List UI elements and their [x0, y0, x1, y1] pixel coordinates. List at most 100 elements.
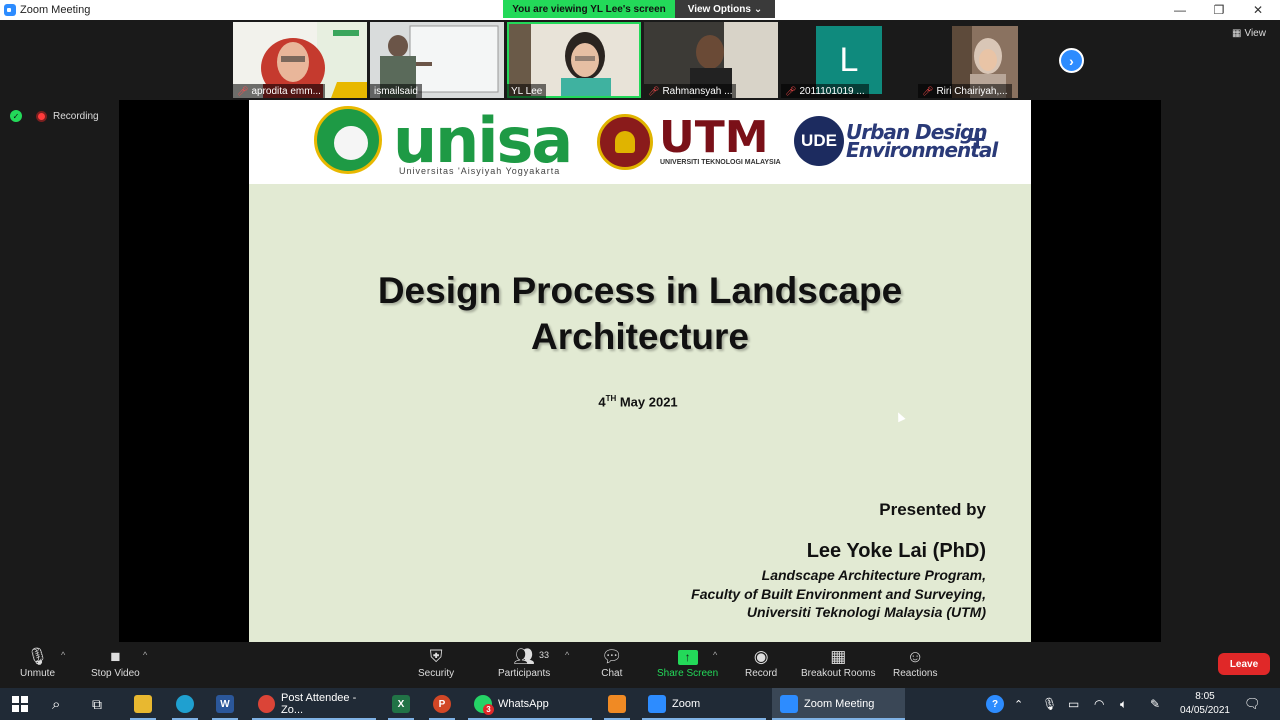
- volume-icon[interactable]: 🔈︎: [1120, 688, 1127, 720]
- zoom-meeting-label: Zoom Meeting: [804, 698, 875, 710]
- chat-label: Chat: [601, 668, 623, 679]
- participant-video[interactable]: ismailsaid: [370, 22, 504, 98]
- file-explorer-icon[interactable]: [130, 688, 156, 720]
- window-title: Zoom Meeting: [20, 4, 91, 16]
- zoom-taskbar-item[interactable]: Zoom: [642, 688, 766, 720]
- leave-button[interactable]: Leave: [1218, 653, 1270, 675]
- view-button-label: View: [1244, 28, 1266, 39]
- zoom-meeting-taskbar-item[interactable]: Zoom Meeting: [772, 688, 905, 720]
- breakout-rooms-label: Breakout Rooms: [801, 668, 876, 679]
- encryption-shield-icon: ✓: [10, 110, 22, 122]
- task-view-icon[interactable]: ⧉: [92, 688, 102, 720]
- participant-name-tag: 🎤︎ 2011101019 ...: [781, 84, 869, 98]
- mic-muted-icon: 🎤︎: [785, 85, 797, 96]
- viewing-banner: You are viewing YL Lee's screen View Opt…: [503, 0, 775, 18]
- record-label: Record: [745, 668, 778, 679]
- share-options-caret[interactable]: ^: [713, 650, 717, 660]
- slide-title-line2: Architecture: [531, 316, 749, 357]
- restore-button[interactable]: ❐: [1199, 0, 1239, 20]
- search-icon[interactable]: ⌕: [52, 688, 60, 720]
- stop-video-button[interactable]: ■ Stop Video: [91, 646, 140, 679]
- participants-count: 33: [539, 650, 550, 660]
- start-button[interactable]: [12, 688, 28, 720]
- slide-title: Design Process in Landscape Architecture: [249, 268, 1031, 360]
- notifications-icon[interactable]: 🗨︎: [1244, 688, 1261, 720]
- chrome-taskbar-item[interactable]: Post Attendee - Zo...: [252, 688, 376, 720]
- stop-video-label: Stop Video: [91, 668, 140, 679]
- chevron-up-icon[interactable]: ⌃: [1014, 688, 1023, 720]
- help-icon[interactable]: ?: [986, 688, 1004, 720]
- whatsapp-taskbar-item[interactable]: 3 WhatsApp: [468, 688, 592, 720]
- participants-icon: 👥︎: [513, 647, 535, 666]
- minimize-button[interactable]: —: [1160, 0, 1200, 20]
- slide-logo-band: unisa Universitas 'Aisyiyah Yogyakarta U…: [249, 100, 1031, 184]
- participant-video[interactable]: 🎤︎ aprodita emm...: [233, 22, 367, 98]
- mic-muted-icon: 🎙︎: [26, 647, 49, 666]
- excel-app-icon[interactable]: X: [388, 688, 414, 720]
- participant-name: Riri Chairiyah,...: [936, 85, 1008, 97]
- participants-button[interactable]: 👥︎ 33 Participants: [498, 646, 550, 679]
- unmute-button[interactable]: 🎙︎ Unmute: [20, 646, 55, 679]
- wifi-icon[interactable]: ◠: [1094, 688, 1104, 720]
- reactions-label: Reactions: [893, 668, 938, 679]
- date-suffix: TH: [605, 394, 617, 403]
- participant-name-tag: ismailsaid: [370, 84, 422, 98]
- close-button[interactable]: ✕: [1238, 0, 1278, 20]
- breakout-rooms-button[interactable]: ▦ Breakout Rooms: [801, 646, 875, 679]
- participant-name: YL Lee: [511, 85, 543, 97]
- edge-browser-icon[interactable]: [172, 688, 198, 720]
- breakout-rooms-icon: ▦: [830, 647, 847, 666]
- next-page-button[interactable]: ›: [1059, 48, 1084, 73]
- record-button[interactable]: ◉ Record: [745, 646, 777, 679]
- utm-wordmark: UTM: [659, 112, 769, 163]
- slide-title-line1: Design Process in Landscape: [377, 270, 903, 311]
- participant-video-active-speaker[interactable]: YL Lee: [507, 22, 641, 98]
- participant-video[interactable]: 🎤︎ Riri Chairiyah,...: [918, 22, 1052, 98]
- pen-icon[interactable]: ✎: [1150, 688, 1160, 720]
- participant-name-tag: YL Lee: [507, 84, 547, 98]
- unisa-subtitle: Universitas 'Aisyiyah Yogyakarta: [399, 166, 561, 176]
- battery-icon[interactable]: ▭: [1068, 688, 1079, 720]
- system-clock[interactable]: 8:05 04/05/2021: [1180, 690, 1230, 718]
- affiliation-line: Universiti Teknologi Malaysia (UTM): [746, 604, 986, 620]
- windows-taskbar: ⌕ ⧉ W Post Attendee - Zo... X P 3 WhatsA…: [0, 688, 1280, 720]
- clock-date: 04/05/2021: [1179, 705, 1230, 716]
- participant-video[interactable]: L 🎤︎ 2011101019 ...: [781, 22, 915, 98]
- view-options-label: View Options: [687, 3, 751, 15]
- participant-strip: 🎤︎ aprodita emm... ismailsaid YL Lee 🎤︎ …: [233, 22, 1052, 98]
- participants-label: Participants: [498, 668, 551, 679]
- participants-options-caret[interactable]: ^: [565, 650, 569, 660]
- security-label: Security: [418, 668, 455, 679]
- participant-name: Rahmansyah ...: [662, 85, 733, 97]
- view-button[interactable]: ▦ View: [1232, 28, 1266, 39]
- word-app-icon[interactable]: W: [212, 688, 238, 720]
- view-options-button[interactable]: View Options ⌄: [675, 0, 775, 18]
- zoom-icon: [780, 695, 798, 713]
- ude-logo: UDE: [794, 116, 844, 166]
- paint-app-icon[interactable]: [604, 688, 630, 720]
- share-screen-button[interactable]: ↑ Share Screen: [657, 646, 718, 679]
- chrome-window-label: Post Attendee - Zo...: [281, 692, 357, 716]
- shield-icon: ⛨: [429, 647, 443, 666]
- presented-by-label: Presented by: [879, 500, 986, 519]
- audio-options-caret[interactable]: ^: [61, 650, 65, 660]
- participant-video[interactable]: 🎤︎ Rahmansyah ...: [644, 22, 778, 98]
- security-button[interactable]: ⛨ Security: [418, 646, 454, 679]
- clock-time: 8:05: [1195, 691, 1215, 702]
- reactions-button[interactable]: ☺ Reactions: [893, 646, 937, 679]
- zoom-icon: [648, 695, 666, 713]
- participant-name-tag: 🎤︎ Rahmansyah ...: [644, 84, 737, 98]
- zoom-app-icon: [4, 4, 16, 16]
- microphone-icon[interactable]: 🎙︎: [1042, 688, 1057, 720]
- unmute-label: Unmute: [20, 668, 56, 679]
- chat-button[interactable]: 💬︎ Chat: [601, 646, 623, 679]
- ude-plus-mark: +: [970, 124, 986, 154]
- affiliation-line: Faculty of Built Environment and Surveyi…: [691, 586, 986, 602]
- participant-name-tag: 🎤︎ aprodita emm...: [233, 84, 325, 98]
- shared-slide: unisa Universitas 'Aisyiyah Yogyakarta U…: [249, 100, 1031, 642]
- mic-muted-icon: 🎤︎: [648, 85, 660, 96]
- video-options-caret[interactable]: ^: [143, 650, 147, 660]
- recording-indicator: ✓ Recording: [10, 110, 99, 122]
- viewing-screen-label: You are viewing YL Lee's screen: [503, 0, 675, 18]
- powerpoint-app-icon[interactable]: P: [429, 688, 455, 720]
